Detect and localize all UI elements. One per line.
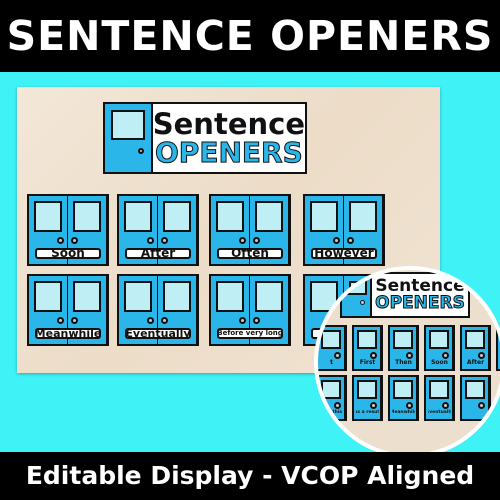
small-card: First: [352, 325, 383, 371]
sentence-openers-sign: Sentence OPENERS: [103, 102, 307, 174]
card-label: Meanwhile: [392, 409, 415, 415]
small-card: Then: [388, 325, 419, 371]
card-label: Often: [217, 247, 283, 260]
small-card: Soon: [424, 325, 455, 371]
card-label: Eventually: [125, 327, 191, 340]
door-icon: [105, 104, 153, 172]
card-label: Meanwhile: [35, 327, 101, 340]
small-card: Meanwhile: [388, 375, 419, 421]
footer-banner: Editable Display - VCOP Aligned: [0, 452, 500, 500]
sign-line1: Sentence: [152, 106, 305, 141]
small-card: n to this: [318, 375, 347, 421]
card-label: Then: [395, 358, 412, 366]
card-label: After: [125, 247, 191, 260]
small-card: As a result: [352, 375, 383, 421]
card-label: Soon: [431, 358, 448, 366]
sentence-card: However: [303, 194, 385, 266]
circle-sign: Sentence OPENERS: [340, 272, 470, 318]
sentence-card: Often: [209, 194, 291, 266]
sentence-card: Meanwhile: [27, 274, 109, 346]
title-banner: SENTENCE OPENERS: [0, 0, 500, 72]
small-card: After: [460, 325, 491, 371]
sentence-card: Eventually: [117, 274, 199, 346]
door-icon: [342, 274, 372, 316]
sentence-card: After: [117, 194, 199, 266]
card-label: Eventually: [428, 409, 451, 415]
card-label: After: [466, 358, 485, 366]
card-label: Before very long: [217, 327, 283, 340]
card-label: [464, 408, 487, 416]
sentence-card: Soon: [27, 194, 109, 266]
card-label: n to this: [320, 409, 343, 415]
small-card: Eventually: [424, 375, 455, 421]
card-label: First: [359, 358, 376, 366]
card-label: Soon: [35, 247, 101, 260]
sentence-card: Before very long: [209, 274, 291, 346]
card-label: As a result: [356, 409, 379, 415]
small-card: t: [318, 325, 347, 371]
circle-sign-line2: OPENERS: [375, 293, 466, 313]
small-card: In or: [496, 325, 500, 371]
small-card: [460, 375, 491, 421]
sign-line2: OPENERS: [155, 135, 304, 169]
card-label: However: [311, 247, 377, 260]
card-label: t: [330, 358, 333, 366]
zoom-circle: Sentence OPENERS t First Then Soon After In o…: [314, 266, 500, 458]
